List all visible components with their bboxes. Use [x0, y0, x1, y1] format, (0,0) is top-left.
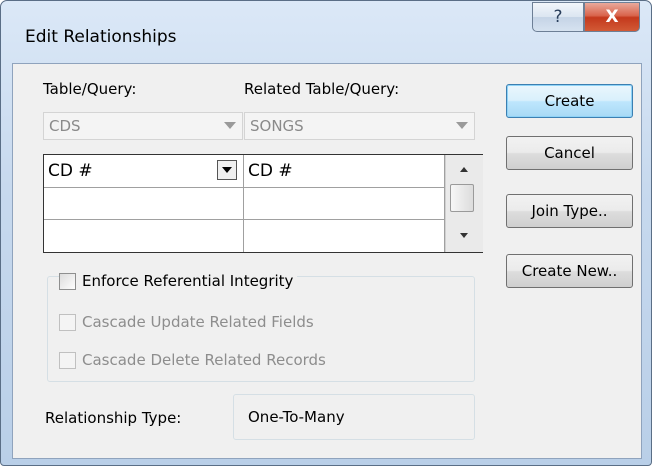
scroll-thumb[interactable] [450, 184, 474, 212]
cascade-update-checkbox[interactable]: Cascade Update Related Fields [59, 313, 314, 331]
create-button[interactable]: Create [506, 84, 633, 118]
join-type-button[interactable]: Join Type.. [506, 194, 633, 228]
chevron-down-icon [456, 122, 468, 129]
relationship-type-value-box: One-To-Many [233, 394, 475, 440]
related-table-query-value: SONGS [250, 117, 304, 135]
grid-scrollbar[interactable] [445, 155, 483, 252]
field-mapping-grid: CD # CD # [43, 154, 483, 253]
grid-cell-table-field[interactable]: CD # [44, 155, 244, 188]
scroll-up-icon[interactable] [460, 167, 468, 172]
checkbox-box[interactable] [59, 351, 76, 369]
grid-cell-table-field[interactable] [44, 188, 244, 220]
table-query-label: Table/Query: [43, 80, 137, 98]
enforce-integrity-checkbox[interactable]: Enforce Referential Integrity [59, 272, 298, 290]
close-icon: X [605, 7, 619, 27]
related-table-query-label: Related Table/Query: [244, 80, 400, 98]
relationship-type-label: Relationship Type: [45, 409, 182, 427]
dialog-title: Edit Relationships [25, 27, 177, 47]
edit-relationships-dialog: Edit Relationships ? X Table/Query: Rela… [0, 0, 652, 466]
title-bar[interactable]: Edit Relationships ? X [1, 1, 651, 63]
help-icon: ? [553, 7, 563, 27]
cascade-delete-checkbox[interactable]: Cascade Delete Related Records [59, 351, 326, 369]
chevron-down-icon [224, 122, 236, 129]
help-button[interactable]: ? [532, 2, 584, 32]
table-query-combo[interactable]: CDS [43, 112, 243, 140]
cascade-update-label: Cascade Update Related Fields [82, 313, 314, 331]
checkbox-box[interactable] [59, 272, 76, 290]
grid-cell-related-field[interactable]: CD # [244, 155, 445, 188]
enforce-integrity-label: Enforce Referential Integrity [82, 272, 294, 290]
scroll-down-icon[interactable] [460, 233, 468, 238]
cancel-button[interactable]: Cancel [506, 136, 633, 170]
related-table-query-combo[interactable]: SONGS [244, 112, 475, 140]
grid-cell-text: CD # [248, 161, 293, 181]
grid-cell-table-field[interactable] [44, 220, 244, 252]
field-dropdown-icon[interactable] [217, 160, 237, 180]
create-new-button[interactable]: Create New.. [506, 254, 633, 288]
close-button[interactable]: X [584, 2, 640, 32]
relationship-type-value: One-To-Many [248, 408, 345, 426]
grid-cell-related-field[interactable] [244, 188, 445, 220]
dialog-body: Table/Query: Related Table/Query: CDS SO… [12, 63, 642, 459]
grid-cell-text: CD # [48, 161, 93, 181]
table-query-value: CDS [49, 117, 81, 135]
cascade-delete-label: Cascade Delete Related Records [82, 351, 326, 369]
grid-cell-related-field[interactable] [244, 220, 445, 252]
checkbox-box[interactable] [59, 313, 76, 331]
